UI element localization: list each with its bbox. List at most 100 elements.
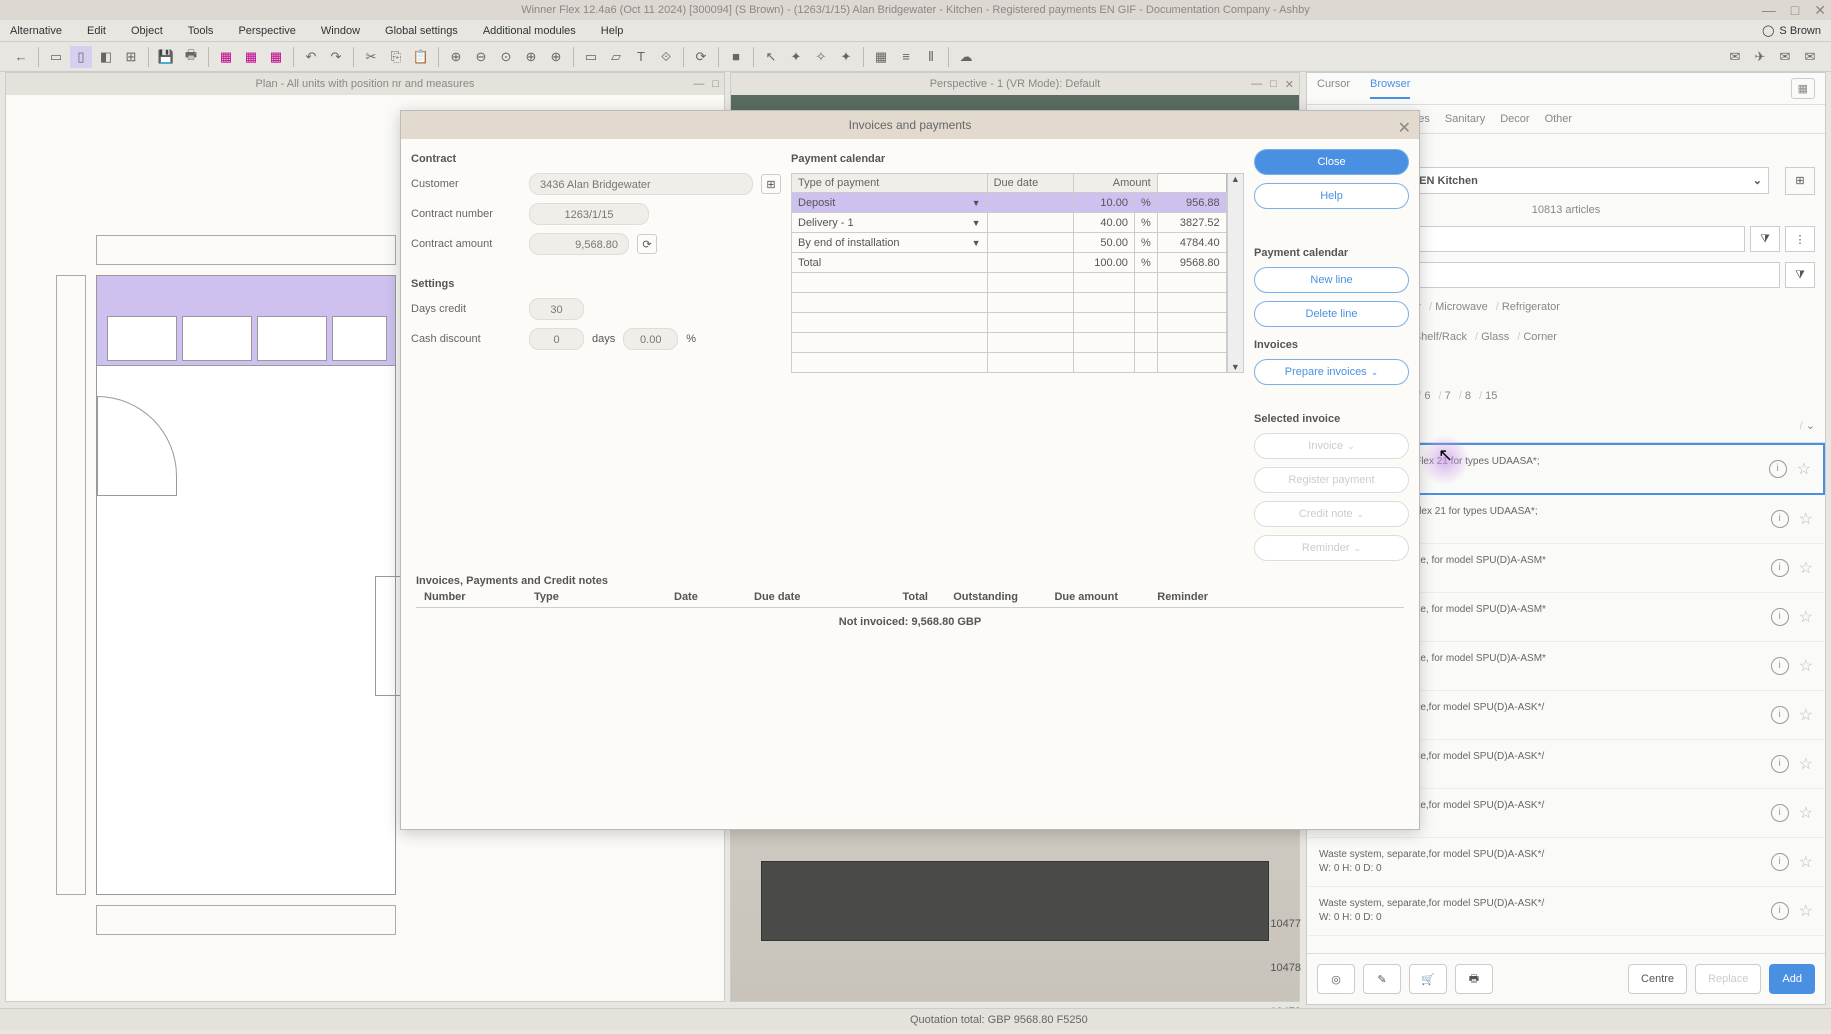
new-line-button[interactable]: New line <box>1254 267 1409 293</box>
doc3-icon[interactable]: ▦ <box>265 46 287 68</box>
undo-icon[interactable]: ↶ <box>300 46 322 68</box>
amount-refresh-icon[interactable]: ⟳ <box>637 234 657 254</box>
chip-refrigerator[interactable]: Refrigerator <box>1496 298 1560 318</box>
delete-line-button[interactable]: Delete line <box>1254 301 1409 327</box>
star-icon[interactable]: ☆ <box>1799 558 1813 578</box>
col-type[interactable]: Type <box>526 591 666 603</box>
filter-icon[interactable]: ⧩ <box>1750 226 1780 252</box>
shape1-icon[interactable]: ▭ <box>580 46 602 68</box>
cat-other[interactable]: Other <box>1545 113 1573 125</box>
star-icon[interactable]: ☆ <box>1799 509 1813 529</box>
info-icon[interactable]: i <box>1771 608 1789 626</box>
text-icon[interactable]: T <box>630 46 652 68</box>
chip-corner[interactable]: Corner <box>1517 328 1557 348</box>
col-duedate[interactable]: Due date <box>746 591 846 603</box>
col-outstanding[interactable]: Outstanding <box>936 591 1026 603</box>
view3-icon[interactable]: ◧ <box>95 46 117 68</box>
col-dueamount[interactable]: Due amount <box>1026 591 1126 603</box>
cat-sanitary[interactable]: Sanitary <box>1445 113 1485 125</box>
contract-number-field[interactable]: 1263/1/15 <box>529 203 649 225</box>
menu-edit[interactable]: Edit <box>87 25 106 37</box>
chip-glass[interactable]: Glass <box>1475 328 1509 348</box>
menu-help[interactable]: Help <box>601 25 624 37</box>
dialog-close-icon[interactable]: ✕ <box>1398 115 1411 143</box>
snap2-icon[interactable]: ✧ <box>810 46 832 68</box>
user-name[interactable]: S Brown <box>1779 25 1821 37</box>
days-credit-field[interactable]: 30 <box>529 298 584 320</box>
align2-icon[interactable]: ⫴ <box>920 46 942 68</box>
star-icon[interactable]: ☆ <box>1799 607 1813 627</box>
options-icon[interactable]: ⋮ <box>1785 226 1815 252</box>
calendar-row[interactable]: Deposit▼10.00%956.88 <box>792 193 1227 213</box>
menu-window[interactable]: Window <box>321 25 360 37</box>
info-icon[interactable]: i <box>1771 657 1789 675</box>
table-scrollbar[interactable]: ▲▼ <box>1227 173 1244 373</box>
num-8[interactable]: 8 <box>1459 387 1471 407</box>
info-icon[interactable]: i <box>1771 804 1789 822</box>
dialog-titlebar[interactable]: Invoices and payments ✕ <box>401 111 1419 139</box>
mail4-icon[interactable]: ✉ <box>1799 46 1821 68</box>
edit-icon[interactable]: ✎ <box>1363 964 1401 994</box>
grid-toggle-icon[interactable]: ▦ <box>1791 78 1815 99</box>
customer-field[interactable]: 3436 Alan Bridgewater <box>529 173 753 195</box>
info-icon[interactable]: i <box>1771 510 1789 528</box>
tab-cursor[interactable]: Cursor <box>1317 78 1350 99</box>
menu-alternative[interactable]: Alternative <box>10 25 62 37</box>
nav3-icon[interactable]: ⊙ <box>495 46 517 68</box>
star-icon[interactable]: ☆ <box>1799 754 1813 774</box>
info-icon[interactable]: i <box>1771 902 1789 920</box>
star-icon[interactable]: ☆ <box>1799 705 1813 725</box>
payment-calendar-table[interactable]: Type of payment Due date Amount Deposit▼… <box>791 173 1227 373</box>
chip-microwave[interactable]: Microwave <box>1429 298 1488 318</box>
maximize-icon[interactable]: □ <box>1791 0 1799 20</box>
plan-minimize-icon[interactable]: — <box>693 78 704 90</box>
star-icon[interactable]: ☆ <box>1799 803 1813 823</box>
cut-icon[interactable]: ✂ <box>360 46 382 68</box>
star-icon[interactable]: ☆ <box>1799 901 1813 921</box>
cat-decor[interactable]: Decor <box>1500 113 1529 125</box>
nav2-icon[interactable]: ⊖ <box>470 46 492 68</box>
num-7[interactable]: 7 <box>1439 387 1451 407</box>
star-icon[interactable]: ☆ <box>1799 656 1813 676</box>
cabinet-4[interactable] <box>332 316 387 361</box>
print-icon[interactable]: 🖶 <box>180 46 202 68</box>
info-icon[interactable]: i <box>1771 706 1789 724</box>
view2-icon[interactable]: ▯ <box>70 46 92 68</box>
calendar-row[interactable]: By end of installation▼50.00%4784.40 <box>792 233 1227 253</box>
mail3-icon[interactable]: ✉ <box>1774 46 1796 68</box>
align1-icon[interactable]: ≡ <box>895 46 917 68</box>
view4-icon[interactable]: ⊞ <box>120 46 142 68</box>
cash-pct-field[interactable]: 0.00 <box>623 328 678 350</box>
help-button[interactable]: Help <box>1254 183 1409 209</box>
refresh-icon[interactable]: ⟳ <box>690 46 712 68</box>
worktop-area[interactable] <box>97 276 395 366</box>
star-icon[interactable]: ☆ <box>1797 459 1811 479</box>
cabinet-1[interactable] <box>107 316 177 361</box>
door-swing[interactable] <box>97 396 177 496</box>
cart-icon[interactable]: 🛒 <box>1409 964 1447 994</box>
copy-icon[interactable]: ⎘ <box>385 46 407 68</box>
col-reminder[interactable]: Reminder <box>1126 591 1216 603</box>
menu-global-settings[interactable]: Global settings <box>385 25 458 37</box>
cash-days-field[interactable]: 0 <box>529 328 584 350</box>
mail2-icon[interactable]: ✈ <box>1749 46 1771 68</box>
redo-icon[interactable]: ↷ <box>325 46 347 68</box>
grid-icon[interactable]: ▦ <box>870 46 892 68</box>
col-number[interactable]: Number <box>416 591 526 603</box>
star-icon[interactable]: ☆ <box>1799 852 1813 872</box>
minimize-icon[interactable]: — <box>1762 0 1776 20</box>
num-15[interactable]: 15 <box>1479 387 1497 407</box>
back-icon[interactable]: ← <box>10 46 32 68</box>
view1-icon[interactable]: ▭ <box>45 46 67 68</box>
supplier-settings-icon[interactable]: ⊞ <box>1785 167 1815 195</box>
filter2-icon[interactable]: ⧩ <box>1785 262 1815 288</box>
paste-icon[interactable]: 📋 <box>410 46 432 68</box>
col-date[interactable]: Date <box>666 591 746 603</box>
plan-maximize-icon[interactable]: □ <box>712 78 719 90</box>
menu-object[interactable]: Object <box>131 25 163 37</box>
add-button[interactable]: Add <box>1769 964 1815 994</box>
nav5-icon[interactable]: ⊕ <box>545 46 567 68</box>
snap1-icon[interactable]: ✦ <box>785 46 807 68</box>
cabinet-2[interactable] <box>182 316 252 361</box>
chevron-down-icon[interactable]: ⌄ <box>1800 417 1815 437</box>
